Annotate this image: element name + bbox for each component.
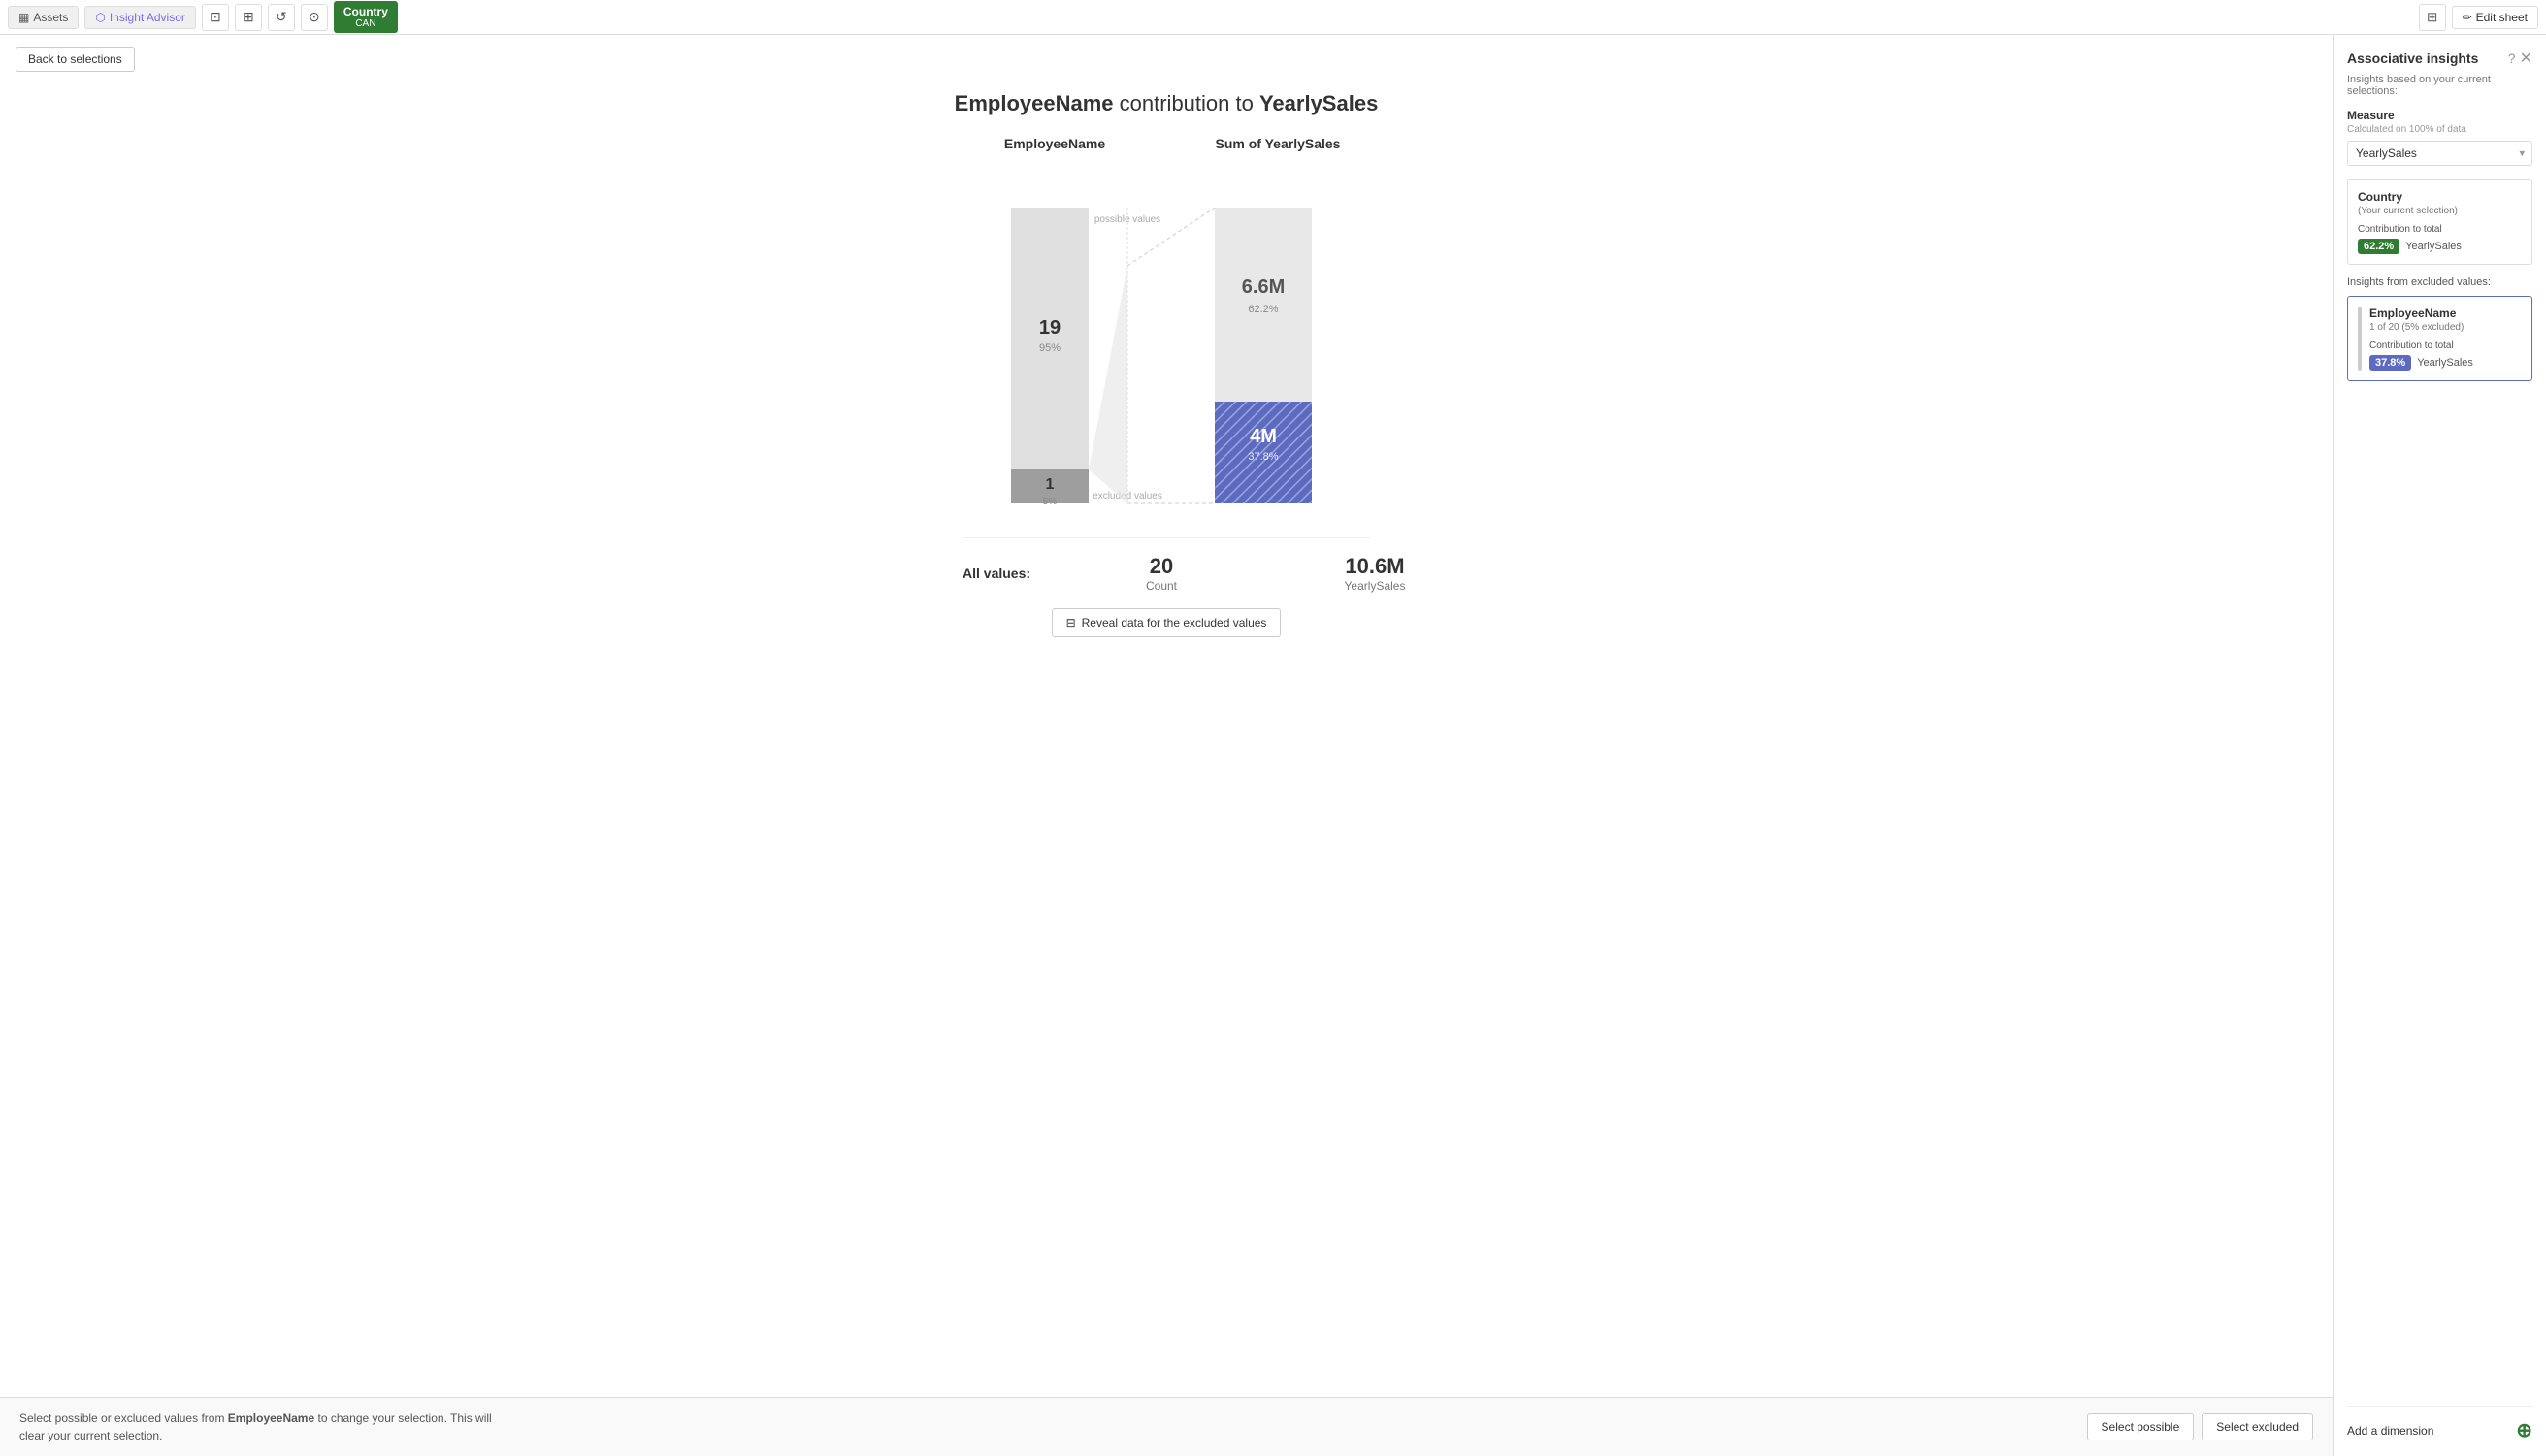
excluded-measure: YearlySales bbox=[2417, 357, 2473, 369]
country-contribution-label: Contribution to total bbox=[2358, 224, 2522, 235]
svg-text:5%: 5% bbox=[1043, 497, 1058, 507]
excluded-card-inner: EmployeeName 1 of 20 (5% excluded) Contr… bbox=[2358, 307, 2522, 371]
sidebar-subtitle: Insights based on your current selection… bbox=[2347, 74, 2532, 97]
sidebar-help-button[interactable]: ? bbox=[2508, 49, 2516, 68]
country-measure: YearlySales bbox=[2405, 241, 2462, 252]
country-tab[interactable]: Country CAN bbox=[334, 1, 398, 33]
sidebar-close-button[interactable]: ✕ bbox=[2520, 49, 2532, 68]
sidebar-title: Associative insights bbox=[2347, 50, 2478, 66]
country-contribution-row: 62.2% YearlySales bbox=[2358, 239, 2522, 254]
excluded-card-content: EmployeeName 1 of 20 (5% excluded) Contr… bbox=[2369, 307, 2522, 371]
country-card-title: Country bbox=[2358, 190, 2522, 204]
reveal-btn-label: Reveal data for the excluded values bbox=[1082, 616, 1267, 630]
country-tab-sub: CAN bbox=[343, 18, 388, 29]
svg-text:95%: 95% bbox=[1039, 342, 1061, 354]
icon-btn-4[interactable]: ⊙ bbox=[301, 4, 328, 31]
chart-title-suffix: YearlySales bbox=[1259, 91, 1378, 115]
excluded-card-title: EmployeeName bbox=[2369, 307, 2522, 320]
all-values-row: All values: 20 Count 10.6M YearlySales bbox=[963, 537, 1370, 593]
excluded-contribution-row: 37.8% YearlySales bbox=[2369, 355, 2522, 371]
all-count-unit: Count bbox=[1146, 579, 1177, 593]
all-sales-value: 10.6M bbox=[1345, 554, 1404, 579]
assets-label: Assets bbox=[33, 11, 68, 24]
all-sales-unit: YearlySales bbox=[1345, 579, 1406, 593]
assets-icon: ▦ bbox=[18, 11, 29, 24]
edit-sheet-button[interactable]: ✏ Edit sheet bbox=[2452, 6, 2538, 29]
main-layout: Back to selections EmployeeName contribu… bbox=[0, 35, 2546, 1456]
chart-title-prefix: EmployeeName bbox=[955, 91, 1114, 115]
select-excluded-button[interactable]: Select excluded bbox=[2202, 1413, 2313, 1440]
svg-text:19: 19 bbox=[1039, 317, 1061, 339]
bottom-text-prefix: Select possible or excluded values from bbox=[19, 1411, 228, 1425]
all-count-value: 20 bbox=[1150, 554, 1173, 579]
topbar: ▦ Assets ⬡ Insight Advisor ⊡ ⊞ ↺ ⊙ Count… bbox=[0, 0, 2546, 35]
sidebar-header: Associative insights ? ✕ bbox=[2347, 49, 2532, 68]
select-possible-button[interactable]: Select possible bbox=[2087, 1413, 2195, 1440]
excluded-section-label: Insights from excluded values: bbox=[2347, 276, 2532, 288]
svg-text:6.6M: 6.6M bbox=[1242, 276, 1285, 298]
bottom-instruction: Select possible or excluded values from … bbox=[19, 1409, 505, 1444]
excluded-insight-card: EmployeeName 1 of 20 (5% excluded) Contr… bbox=[2347, 296, 2532, 381]
chart-area: EmployeeName contribution to YearlySales… bbox=[0, 72, 2333, 1397]
icon-btn-3[interactable]: ↺ bbox=[268, 4, 295, 31]
excluded-contribution-label: Contribution to total bbox=[2369, 340, 2522, 351]
content-area: Back to selections EmployeeName contribu… bbox=[0, 35, 2333, 1456]
add-dimension-label: Add a dimension bbox=[2347, 1424, 2433, 1438]
all-values-label: All values: bbox=[963, 566, 1050, 581]
svg-text:37.8%: 37.8% bbox=[1248, 451, 1278, 463]
bottom-bar: Select possible or excluded values from … bbox=[0, 1397, 2333, 1456]
grid-icon-btn[interactable]: ⊞ bbox=[2419, 4, 2446, 31]
insight-advisor-tab[interactable]: ⬡ Insight Advisor bbox=[84, 6, 196, 29]
excluded-card-sub: 1 of 20 (5% excluded) bbox=[2369, 322, 2522, 333]
icon-btn-1[interactable]: ⊡ bbox=[202, 4, 229, 31]
edit-sheet-label: Edit sheet bbox=[2476, 11, 2528, 24]
measure-section: Measure Calculated on 100% of data Yearl… bbox=[2347, 109, 2532, 166]
insight-advisor-label: Insight Advisor bbox=[110, 11, 185, 24]
country-card-sub: (Your current selection) bbox=[2358, 206, 2522, 216]
svg-text:62.2%: 62.2% bbox=[1248, 304, 1278, 315]
country-tab-label: Country bbox=[343, 5, 388, 18]
reveal-excluded-button[interactable]: ⊟ Reveal data for the excluded values bbox=[1052, 608, 1282, 637]
measure-select-wrap: YearlySales bbox=[2347, 141, 2532, 166]
measure-label: Measure bbox=[2347, 109, 2532, 122]
measure-sublabel: Calculated on 100% of data bbox=[2347, 124, 2532, 135]
chart-title: EmployeeName contribution to YearlySales bbox=[955, 91, 1379, 116]
right-sidebar: Associative insights ? ✕ Insights based … bbox=[2333, 35, 2546, 1456]
country-insight-card: Country (Your current selection) Contrib… bbox=[2347, 179, 2532, 265]
icon-btn-2[interactable]: ⊞ bbox=[235, 4, 262, 31]
all-sales-group: 10.6M YearlySales bbox=[1331, 554, 1419, 593]
bottom-buttons: Select possible Select excluded bbox=[2087, 1413, 2313, 1440]
back-to-selections-button[interactable]: Back to selections bbox=[16, 47, 135, 72]
add-dimension-button[interactable]: ⊕ bbox=[2516, 1418, 2532, 1442]
country-badge: 62.2% bbox=[2358, 239, 2399, 254]
insight-icon: ⬡ bbox=[95, 11, 105, 24]
col1-label: EmployeeName bbox=[967, 136, 1142, 151]
measure-select[interactable]: YearlySales bbox=[2347, 141, 2532, 166]
table-icon: ⊟ bbox=[1066, 616, 1076, 630]
assets-tab[interactable]: ▦ Assets bbox=[8, 6, 79, 29]
chart-title-middle: contribution to bbox=[1114, 91, 1259, 115]
col2-label: Sum of YearlySales bbox=[1191, 136, 1365, 151]
add-dimension-row: Add a dimension ⊕ bbox=[2347, 1406, 2532, 1442]
all-count-group: 20 Count bbox=[1118, 554, 1205, 593]
excluded-badge: 37.8% bbox=[2369, 355, 2411, 371]
svg-text:4M: 4M bbox=[1250, 426, 1277, 447]
pencil-icon: ✏ bbox=[2463, 11, 2472, 24]
svg-chart: possible values excluded values bbox=[963, 169, 1370, 537]
svg-text:1: 1 bbox=[1046, 476, 1055, 493]
accent-bar bbox=[2358, 307, 2362, 371]
bottom-text-field: EmployeeName bbox=[228, 1411, 314, 1425]
